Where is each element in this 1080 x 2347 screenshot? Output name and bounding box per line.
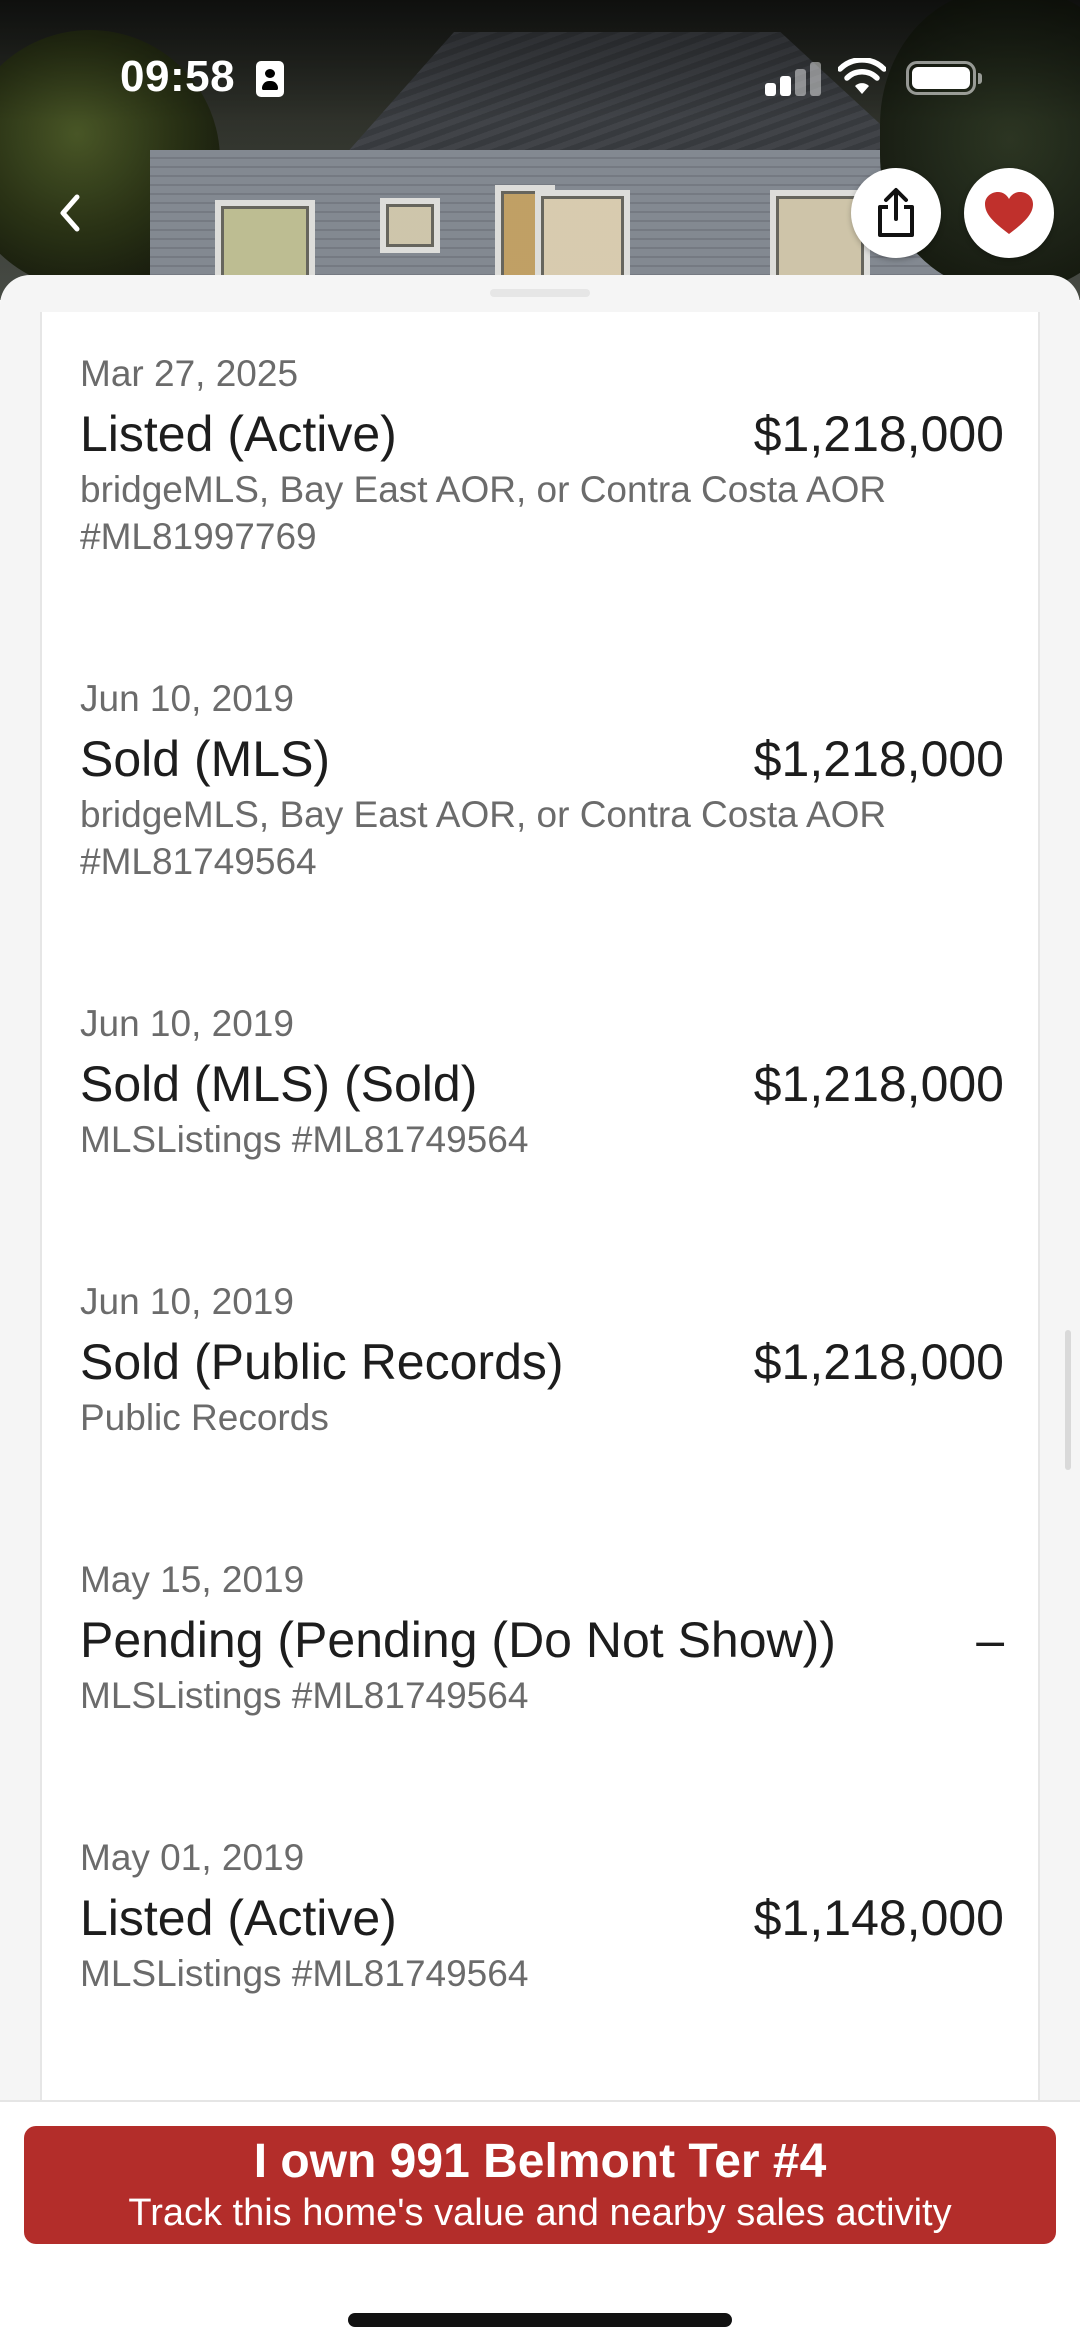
history-source: bridgeMLS, Bay East AOR, or Contra Costa…	[80, 469, 887, 557]
history-event: Listed (Active)	[80, 1890, 397, 1946]
battery-level	[912, 67, 970, 89]
battery-icon	[906, 61, 982, 95]
scroll-indicator[interactable]	[1065, 1330, 1071, 1470]
history-row: Sold (Public Records) $1,218,000	[80, 1332, 1004, 1392]
status-time: 09:58	[120, 52, 236, 101]
history-price: $1,148,000	[753, 1890, 1004, 1946]
history-source: bridgeMLS, Bay East AOR, or Contra Costa…	[80, 794, 887, 882]
wifi-icon	[838, 58, 886, 94]
share-button[interactable]	[851, 168, 941, 258]
sim-card-icon	[256, 61, 284, 97]
history-row: Pending (Pending (Do Not Show)) –	[80, 1610, 1004, 1670]
bottom-action-bar: I own 991 Belmont Ter #4 Track this home…	[0, 2100, 1080, 2347]
history-price: $1,218,000	[753, 406, 1004, 462]
history-source: Public Records	[80, 1397, 329, 1438]
cta-subtitle: Track this home's value and nearby sales…	[128, 2192, 952, 2234]
back-button[interactable]	[40, 178, 100, 248]
history-source: MLSListings #ML81749564	[80, 1953, 529, 1994]
home-indicator[interactable]	[348, 2313, 732, 2327]
history-date: May 15, 2019	[80, 1559, 305, 1600]
favorite-button[interactable]	[964, 168, 1054, 258]
history-date: Jun 10, 2019	[80, 1003, 294, 1044]
history-item: Jun 10, 2019 Sold (Public Records) $1,21…	[80, 1280, 1004, 1441]
history-item: May 01, 2019 Listed (Active) $1,148,000 …	[80, 1836, 1004, 1997]
history-price: –	[976, 1612, 1004, 1668]
property-history-list: Mar 27, 2025 Listed (Active) $1,218,000 …	[40, 312, 1040, 2105]
history-event: Pending (Pending (Do Not Show))	[80, 1612, 836, 1668]
history-source: MLSListings #ML81749564	[80, 1119, 529, 1160]
history-date: Jun 10, 2019	[80, 1281, 294, 1322]
history-item: Mar 27, 2025 Listed (Active) $1,218,000 …	[80, 352, 1004, 560]
details-sheet[interactable]: Mar 27, 2025 Listed (Active) $1,218,000 …	[0, 275, 1080, 2105]
history-price: $1,218,000	[753, 1056, 1004, 1112]
share-icon	[878, 188, 914, 237]
history-item: Jun 10, 2019 Sold (MLS) $1,218,000 bridg…	[80, 677, 1004, 885]
history-source: MLSListings #ML81749564	[80, 1675, 529, 1716]
history-row: Sold (MLS) (Sold) $1,218,000	[80, 1054, 1004, 1114]
history-item: May 15, 2019 Pending (Pending (Do Not Sh…	[80, 1558, 1004, 1719]
history-price: $1,218,000	[753, 1334, 1004, 1390]
history-event: Listed (Active)	[80, 406, 397, 462]
history-item: Jun 10, 2019 Sold (MLS) (Sold) $1,218,00…	[80, 1002, 1004, 1163]
history-date: Mar 27, 2025	[80, 353, 299, 394]
cellular-signal-icon	[765, 62, 821, 96]
heart-icon	[985, 192, 1033, 234]
history-date: Jun 10, 2019	[80, 678, 294, 719]
status-bar: 09:58	[0, 0, 1080, 150]
history-event: Sold (Public Records)	[80, 1334, 564, 1390]
chevron-left-icon	[60, 194, 80, 232]
history-price: $1,218,000	[753, 731, 1004, 787]
history-row: Listed (Active) $1,148,000	[80, 1888, 1004, 1948]
history-date: May 01, 2019	[80, 1837, 305, 1878]
sheet-drag-handle[interactable]	[490, 289, 590, 297]
i-own-this-home-button[interactable]: I own 991 Belmont Ter #4 Track this home…	[24, 2126, 1056, 2244]
history-event: Sold (MLS) (Sold)	[80, 1056, 478, 1112]
cta-title: I own 991 Belmont Ter #4	[253, 2135, 827, 2188]
history-row: Listed (Active) $1,218,000	[80, 404, 1004, 464]
history-row: Sold (MLS) $1,218,000	[80, 729, 1004, 789]
history-event: Sold (MLS)	[80, 731, 331, 787]
